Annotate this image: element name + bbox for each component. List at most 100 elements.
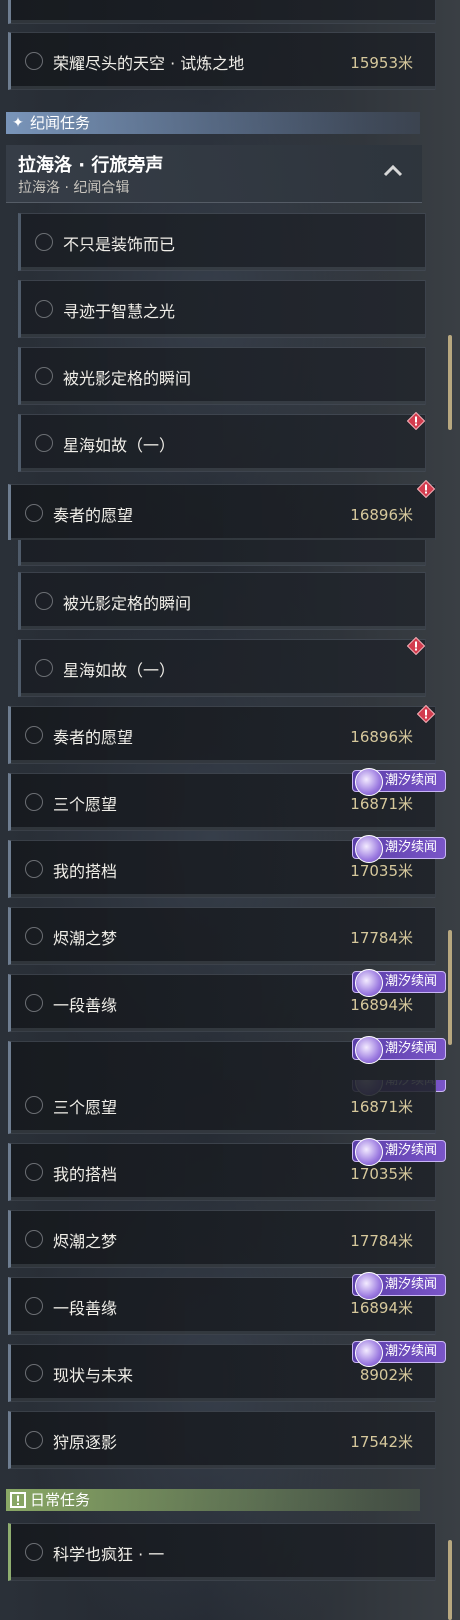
chevron-up-icon[interactable] — [382, 163, 404, 183]
quest-card-stars[interactable]: 星海如故（一） — [18, 639, 426, 697]
track-radio[interactable] — [35, 233, 53, 251]
track-radio[interactable] — [25, 1364, 43, 1382]
tide-story-badge: 潮汐续闻 — [351, 1339, 446, 1367]
quest-card-three[interactable]: 三个愿望 16871米 — [8, 1080, 436, 1134]
quest-distance: 17784米 — [350, 1232, 413, 1250]
quest-distance: 17035米 — [350, 862, 413, 880]
track-radio[interactable] — [25, 52, 43, 70]
tide-story-badge: 潮汐续闻 — [351, 1036, 446, 1064]
track-radio[interactable] — [35, 592, 53, 610]
warning-icon — [407, 637, 425, 655]
badge-label: 潮汐续闻 — [384, 1344, 437, 1359]
quest-title: 一段善缘 — [53, 1299, 118, 1318]
track-radio[interactable] — [35, 659, 53, 677]
tide-story-badge: 潮汐续闻 — [351, 768, 446, 796]
quest-card-dream[interactable]: 烬潮之梦 17784米 — [8, 1210, 436, 1268]
quest-card-wish[interactable]: 奏者的愿望 16896米 — [8, 484, 436, 540]
track-radio[interactable] — [25, 860, 43, 878]
quest-card-moment[interactable]: 被光影定格的瞬间 — [18, 572, 426, 630]
quest-card-stars[interactable]: 星海如故（一） — [18, 414, 426, 472]
quest-card-wisdom-partial[interactable] — [18, 540, 426, 566]
track-radio[interactable] — [35, 300, 53, 318]
quest-card-wisdom[interactable]: 寻迹于智慧之光 — [18, 280, 426, 338]
badge-label: 潮汐续闻 — [384, 974, 437, 989]
quest-title: 星海如故（一） — [63, 436, 176, 455]
track-radio[interactable] — [25, 726, 43, 744]
scroll-frame-3[interactable]: 潮汐续闻 三个愿望 16871米 我的搭档 17035米 潮汐续闻 烬潮之梦 1… — [0, 1080, 460, 1620]
group-subtitle: 拉海洛 · 纪闻合辑 — [18, 180, 130, 196]
tide-story-badge: 潮汐续闻 — [351, 1272, 446, 1300]
track-radio[interactable] — [25, 793, 43, 811]
quest-title: 不只是装饰而已 — [63, 235, 176, 254]
quest-distance: 15953米 — [350, 54, 413, 72]
quest-title: 科学也疯狂 · 一 — [53, 1545, 165, 1564]
warning-icon — [417, 480, 435, 498]
quest-distance: 17035米 — [350, 1165, 413, 1183]
scroll-frame-1[interactable]: 荣耀尽头的天空 · 试炼之地 15953米 ✦ 纪闻任务 拉海洛 · 行旅旁声 … — [0, 0, 460, 540]
quest-card-wish[interactable]: 奏者的愿望 16896米 — [8, 706, 436, 764]
section-label: 日常任务 — [30, 1491, 91, 1509]
quest-distance: 17784米 — [350, 929, 413, 947]
quest-card-science[interactable]: 科学也疯狂 · 一 — [8, 1523, 436, 1581]
quest-title: 被光影定格的瞬间 — [63, 594, 192, 613]
section-header-daily: 日常任务 — [6, 1489, 420, 1511]
quest-card-trial[interactable]: 荣耀尽头的天空 · 试炼之地 15953米 — [8, 32, 436, 90]
track-radio[interactable] — [25, 1163, 43, 1181]
track-radio[interactable] — [25, 994, 43, 1012]
badge-label: 潮汐续闻 — [384, 1143, 437, 1158]
badge-label: 潮汐续闻 — [384, 1277, 437, 1292]
scroll-frame-2[interactable]: 被光影定格的瞬间 星海如故（一） 奏者的愿望 16896米 三个愿望 16871… — [0, 540, 460, 1080]
warning-icon — [417, 705, 435, 723]
tide-icon — [354, 1339, 383, 1367]
track-radio[interactable] — [25, 504, 43, 522]
track-radio[interactable] — [25, 1431, 43, 1449]
quest-title: 我的搭档 — [53, 862, 118, 881]
quest-title: 寻迹于智慧之光 — [63, 302, 176, 321]
track-radio[interactable] — [25, 1297, 43, 1315]
warning-icon — [407, 412, 425, 430]
tide-icon — [354, 835, 383, 863]
tide-story-badge: 潮汐续闻 — [351, 835, 446, 863]
quest-title: 三个愿望 — [53, 795, 118, 814]
tide-icon — [354, 1036, 383, 1064]
quest-title: 三个愿望 — [53, 1098, 118, 1117]
quest-distance: 8902米 — [359, 1366, 413, 1384]
tide-icon — [354, 768, 383, 796]
quest-title: 我的搭档 — [53, 1165, 118, 1184]
group-title: 拉海洛 · 行旅旁声 — [18, 155, 164, 176]
quest-card-dream[interactable]: 烬潮之梦 17784米 — [8, 907, 436, 965]
quest-title: 奏者的愿望 — [53, 506, 134, 525]
quest-title: 一段善缘 — [53, 996, 118, 1015]
quest-distance: 16894米 — [350, 1299, 413, 1317]
quest-card-moment[interactable]: 被光影定格的瞬间 — [18, 347, 426, 405]
quest-title: 被光影定格的瞬间 — [63, 369, 192, 388]
quest-title: 奏者的愿望 — [53, 728, 134, 747]
tide-icon — [354, 1272, 383, 1300]
quest-card-shadow[interactable]: 狩原逐影 17542米 — [8, 1411, 436, 1469]
quest-distance: 17542米 — [350, 1433, 413, 1451]
quest-title: 荣耀尽头的天空 · 试炼之地 — [53, 54, 245, 73]
quest-distance: 16871米 — [350, 795, 413, 813]
track-radio[interactable] — [35, 434, 53, 452]
badge-label: 潮汐续闻 — [384, 840, 437, 855]
quest-title: 现状与未来 — [53, 1366, 134, 1385]
quest-card-decor[interactable]: 不只是装饰而已 — [18, 213, 426, 271]
track-radio[interactable] — [25, 1543, 43, 1561]
quest-group-header[interactable]: 拉海洛 · 行旅旁声 拉海洛 · 纪闻合辑 — [6, 145, 422, 203]
quest-distance: 16896米 — [350, 728, 413, 746]
quest-distance: 16894米 — [350, 996, 413, 1014]
quest-card-partial[interactable] — [8, 0, 436, 24]
quest-title: 狩原逐影 — [53, 1433, 118, 1452]
tide-icon — [354, 1138, 383, 1166]
track-radio[interactable] — [35, 367, 53, 385]
track-radio[interactable] — [25, 1096, 43, 1114]
tide-story-badge: 潮汐续闻 — [351, 1138, 446, 1166]
quest-title: 烬潮之梦 — [53, 929, 118, 948]
tide-story-badge: 潮汐续闻 — [351, 969, 446, 997]
quest-distance: 16871米 — [350, 1098, 413, 1116]
tide-icon — [354, 969, 383, 997]
badge-label: 潮汐续闻 — [384, 1041, 437, 1056]
track-radio[interactable] — [25, 1230, 43, 1248]
track-radio[interactable] — [25, 927, 43, 945]
quest-title: 星海如故（一） — [63, 661, 176, 680]
